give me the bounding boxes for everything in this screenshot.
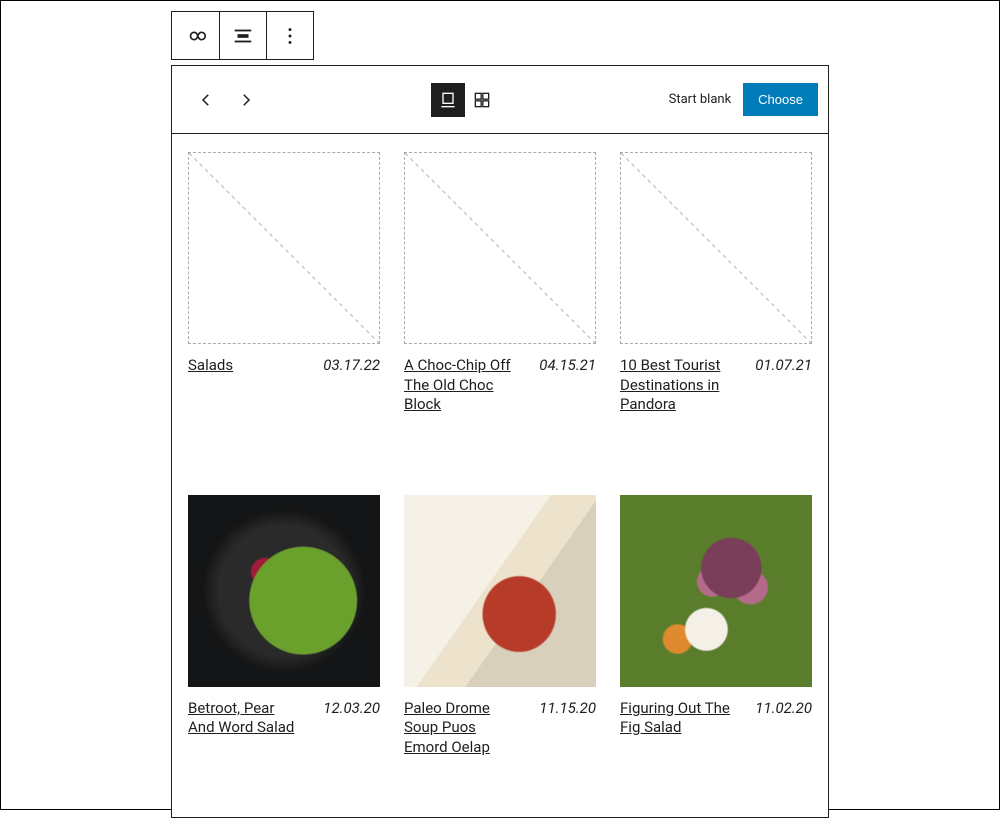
carousel-icon (438, 90, 458, 110)
chevron-right-icon (237, 91, 255, 109)
link-button[interactable] (172, 12, 219, 59)
card-body: Salads 03.17.22 A Choc-Chip Off The Old … (172, 134, 828, 817)
chevron-left-icon (197, 91, 215, 109)
post-item: Figuring Out The Fig Salad 11.02.20 (620, 495, 812, 758)
align-icon (232, 25, 254, 47)
post-item: A Choc-Chip Off The Old Choc Block 04.15… (404, 152, 596, 415)
post-date: 01.07.21 (755, 356, 812, 374)
block-toolbar (171, 11, 314, 60)
post-title-link[interactable]: Figuring Out The Fig Salad (620, 699, 731, 738)
more-vertical-icon (279, 25, 301, 47)
post-title-link[interactable]: 10 Best Tourist Destinations in Pandora (620, 356, 731, 415)
more-button[interactable] (266, 12, 313, 59)
choose-button[interactable]: Choose (743, 83, 818, 116)
post-title-link[interactable]: A Choc-Chip Off The Old Choc Block (404, 356, 515, 415)
view-grid-button[interactable] (465, 83, 499, 117)
post-date: 12.03.20 (323, 699, 380, 717)
post-image (188, 495, 380, 687)
card-header: Start blank Choose (172, 66, 828, 134)
post-item: 10 Best Tourist Destinations in Pandora … (620, 152, 812, 415)
post-item: Betroot, Pear And Word Salad 12.03.20 (188, 495, 380, 758)
posts-grid: Salads 03.17.22 A Choc-Chip Off The Old … (188, 152, 812, 415)
image-placeholder (188, 152, 380, 344)
post-date: 03.17.22 (323, 356, 380, 374)
post-title-link[interactable]: Paleo Drome Soup Puos Emord Oelap (404, 699, 515, 758)
post-image (404, 495, 596, 687)
post-item: Salads 03.17.22 (188, 152, 380, 415)
image-placeholder (620, 152, 812, 344)
post-image (620, 495, 812, 687)
pattern-chooser-card: Start blank Choose Salads 03.17.22 (171, 65, 829, 818)
posts-grid-2: Betroot, Pear And Word Salad 12.03.20 Pa… (188, 495, 812, 758)
grid-icon (472, 90, 492, 110)
infinity-icon (185, 25, 207, 47)
post-date: 04.15.21 (539, 356, 596, 374)
start-blank-link[interactable]: Start blank (669, 92, 732, 107)
post-date: 11.02.20 (755, 699, 812, 717)
post-title-link[interactable]: Salads (188, 356, 233, 376)
image-placeholder (404, 152, 596, 344)
align-button[interactable] (219, 12, 266, 59)
post-title-link[interactable]: Betroot, Pear And Word Salad (188, 699, 299, 738)
prev-button[interactable] (190, 84, 222, 116)
view-carousel-button[interactable] (431, 83, 465, 117)
post-date: 11.15.20 (539, 699, 596, 717)
next-button[interactable] (230, 84, 262, 116)
post-item: Paleo Drome Soup Puos Emord Oelap 11.15.… (404, 495, 596, 758)
